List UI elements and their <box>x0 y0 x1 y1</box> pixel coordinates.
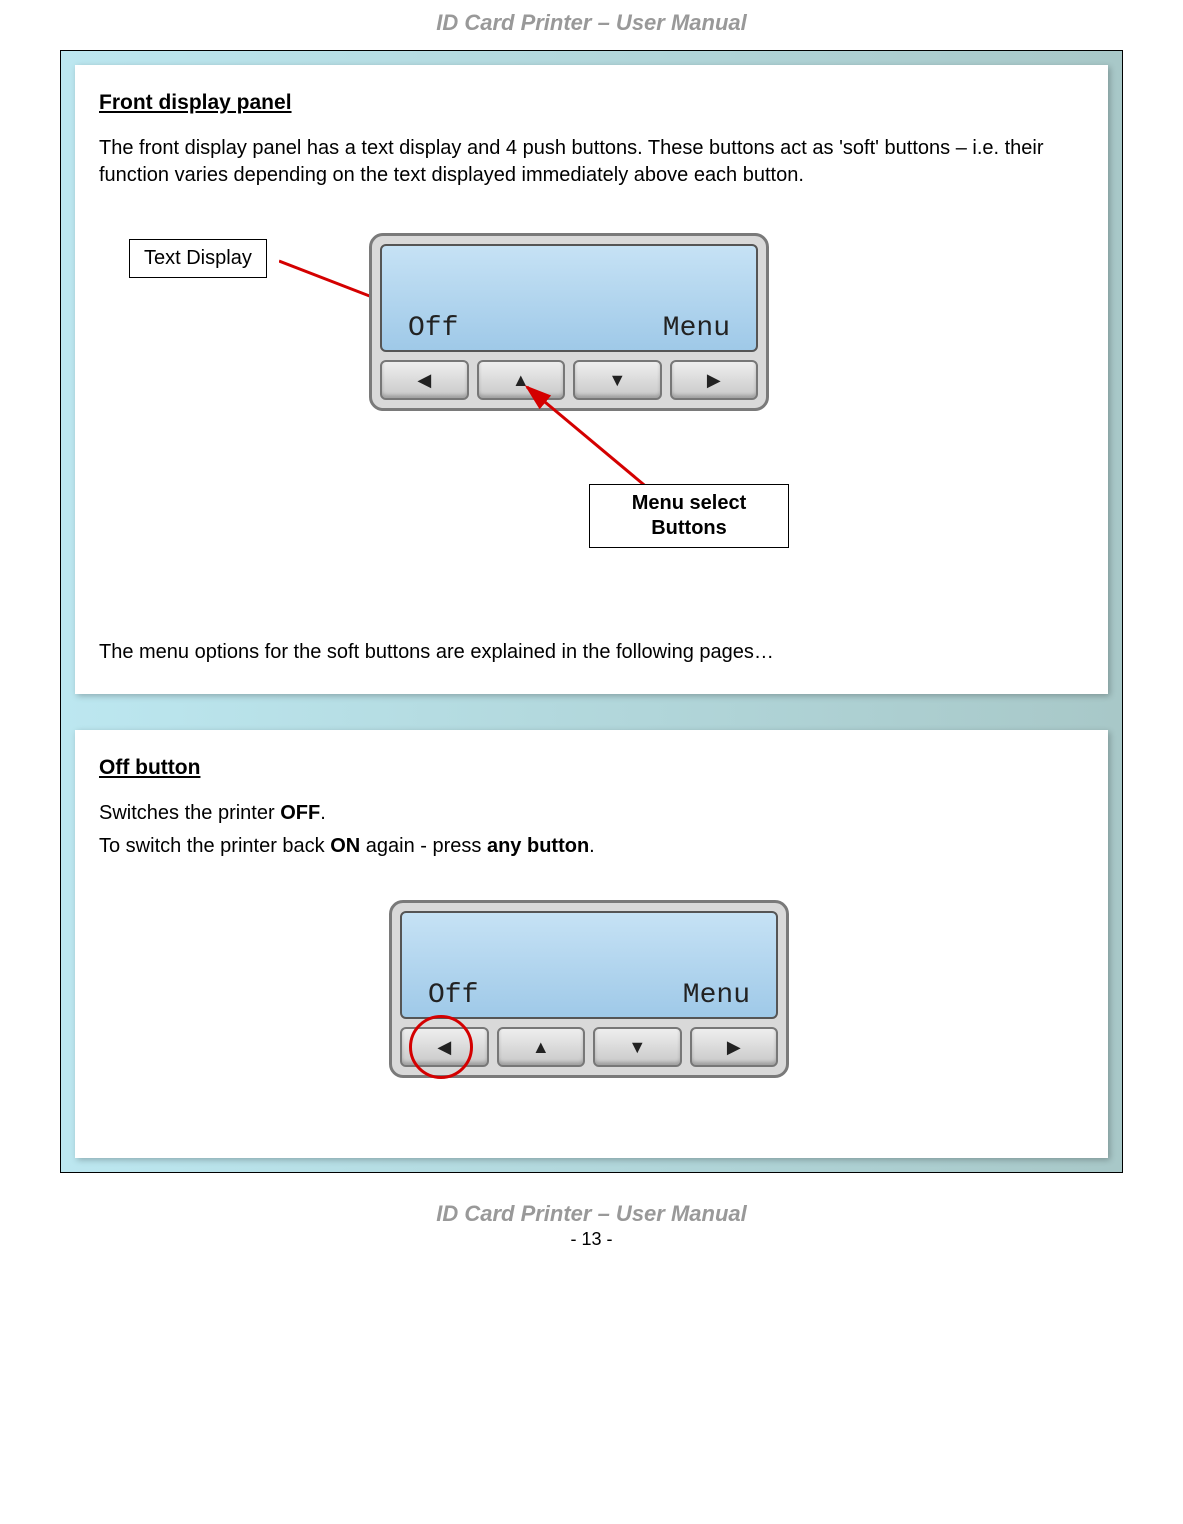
text: again - press <box>360 835 487 857</box>
lcd-screen: Off Menu <box>380 244 758 352</box>
content-frame: Front display panel The front display pa… <box>60 50 1123 1173</box>
diagram-off-button: Off Menu ◀ ▲ ▼ ▶ <box>99 900 1084 1130</box>
text: To switch the printer back <box>99 835 330 857</box>
text: Switches the printer <box>99 802 280 824</box>
diagram-front-panel: Text Display Off Menu <box>99 229 1084 629</box>
section-front-display-panel: Front display panel The front display pa… <box>75 65 1108 694</box>
nav-up-button[interactable]: ▲ <box>497 1027 586 1067</box>
nav-down-button[interactable]: ▼ <box>573 360 662 400</box>
footer-title: ID Card Printer – User Manual <box>60 1201 1123 1227</box>
page-footer: ID Card Printer – User Manual - 13 - <box>60 1173 1123 1274</box>
lcd-label-menu: Menu <box>683 980 750 1011</box>
lcd-label-off: Off <box>428 980 478 1011</box>
section-title: Off button <box>99 756 1084 780</box>
nav-down-button[interactable]: ▼ <box>593 1027 682 1067</box>
document-page: ID Card Printer – User Manual Front disp… <box>0 0 1183 1274</box>
off-line-2: To switch the printer back ON again - pr… <box>99 833 1084 860</box>
nav-left-button[interactable]: ◀ <box>380 360 469 400</box>
nav-up-button[interactable]: ▲ <box>477 360 566 400</box>
section-closing: The menu options for the soft buttons ar… <box>99 639 1084 666</box>
bold-off: OFF <box>280 802 320 824</box>
button-row: ◀ ▲ ▼ ▶ <box>372 356 766 408</box>
lcd-label-off: Off <box>408 313 458 344</box>
callout-line1: Menu select <box>604 491 774 516</box>
text: . <box>589 835 595 857</box>
callout-label: Text Display <box>144 247 252 269</box>
footer-page-number: - 13 - <box>60 1229 1123 1250</box>
callout-menu-select: Menu select Buttons <box>589 484 789 548</box>
section-title: Front display panel <box>99 91 1084 115</box>
nav-right-button[interactable]: ▶ <box>670 360 759 400</box>
nav-right-button[interactable]: ▶ <box>690 1027 779 1067</box>
callout-line2: Buttons <box>604 516 774 541</box>
section-paragraph: The front display panel has a text displ… <box>99 135 1084 189</box>
bold-any-button: any button <box>487 835 589 857</box>
off-line-1: Switches the printer OFF. <box>99 800 1084 827</box>
text: . <box>320 802 326 824</box>
header-title: ID Card Printer – User Manual <box>60 0 1123 50</box>
lcd-label-menu: Menu <box>663 313 730 344</box>
highlight-circle-off <box>409 1015 473 1079</box>
section-off-button: Off button Switches the printer OFF. To … <box>75 730 1108 1158</box>
lcd-screen: Off Menu <box>400 911 778 1019</box>
printer-display-module: Off Menu ◀ ▲ ▼ ▶ <box>369 233 769 411</box>
bold-on: ON <box>330 835 360 857</box>
callout-text-display: Text Display <box>129 239 267 278</box>
